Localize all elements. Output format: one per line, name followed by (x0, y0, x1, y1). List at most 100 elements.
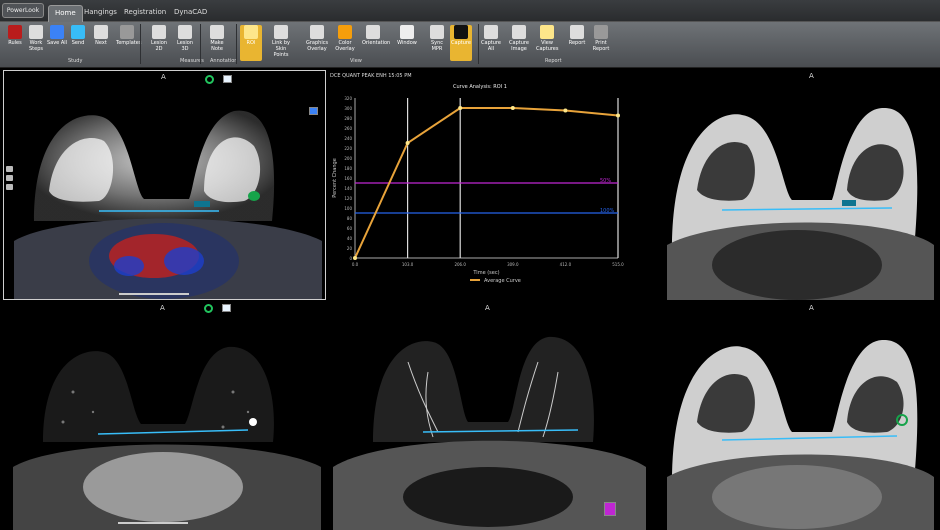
x-tick-label: 515.0 (612, 262, 624, 267)
orientation-icon (366, 25, 380, 39)
capture-image-button[interactable]: Capture Image (508, 25, 530, 52)
image-thumbnail-icon[interactable] (222, 304, 231, 312)
lesion3d-icon (178, 25, 192, 39)
lesion-2d-button[interactable]: Lesion 2D (148, 25, 170, 52)
link-cursor-icon[interactable] (204, 304, 213, 313)
y-tick-label: 160 (344, 176, 352, 181)
save-icon (50, 25, 64, 39)
color-overlay-button[interactable]: Color Overlay (334, 25, 356, 52)
sync-mpr-button[interactable]: Sync MPR (426, 25, 448, 52)
viewport-t1-post[interactable]: A (652, 302, 940, 530)
send-button[interactable]: Send (67, 25, 89, 46)
threshold-label: 50% (600, 178, 611, 184)
y-tick-label: 20 (347, 246, 353, 251)
ribbon-separator (478, 24, 479, 64)
link-cursor-icon[interactable] (205, 75, 214, 84)
report-button[interactable]: Report (566, 25, 588, 46)
capture-image-icon (512, 25, 526, 39)
viewport-curve-analysis[interactable]: DCE QUANT PEAK ENH 15:05 PM Curve Analys… (328, 70, 650, 300)
y-tick-label: 320 (344, 96, 352, 101)
zoom-icon[interactable] (6, 175, 13, 181)
ribbon-button-label: Next (95, 40, 107, 46)
tab-hangings[interactable]: Hangings (78, 5, 123, 22)
tab-dynacad[interactable]: DynaCAD (168, 5, 213, 22)
scale-ruler (118, 522, 188, 524)
orientation-label-anterior: A (161, 73, 166, 81)
roi-icon (244, 25, 258, 39)
breast-mri-color-image (14, 110, 322, 299)
mip-marker-icon[interactable] (604, 502, 616, 516)
viewport-tools[interactable] (6, 166, 14, 193)
ribbon-button-label: Capture All (481, 40, 501, 52)
ribbon-button-label: ROI (246, 40, 256, 46)
series-point (616, 113, 620, 118)
ribbon-button-label: Graphics Overlay (306, 40, 329, 52)
save-all-button[interactable]: Save All (46, 25, 68, 46)
ribbon-button-label: Sync MPR (430, 40, 444, 52)
viewport-mip[interactable]: A (328, 302, 650, 530)
next-button[interactable]: Next (90, 25, 112, 46)
ribbon-toolbar: Rules Work Steps Save All Send Next Templates… (0, 22, 940, 68)
note-icon (210, 25, 224, 39)
ribbon-separator (200, 24, 201, 64)
print-report-button[interactable]: Print Report (590, 25, 612, 52)
roi-button[interactable]: ROI (240, 25, 262, 61)
breast-mri-t1-image (667, 107, 934, 300)
pan-icon[interactable] (6, 166, 13, 172)
capture-icon (454, 25, 468, 39)
legend-label: Average Curve (484, 278, 521, 284)
next-icon (94, 25, 108, 39)
link-icon (274, 25, 288, 39)
ribbon-separator (236, 24, 237, 64)
capture-button[interactable]: Capture (450, 25, 472, 61)
link-by-skin-points-button[interactable]: Link by Skin Points (270, 25, 292, 58)
lesion-icon (152, 25, 166, 39)
graphics-icon (310, 25, 324, 39)
view-captures-button[interactable]: View Captures (536, 25, 559, 52)
ribbon-button-label: Lesion 2D (151, 40, 167, 52)
x-tick-label: 206.0 (454, 262, 466, 267)
series-point (563, 108, 568, 113)
series-point (353, 256, 357, 260)
window-icon (400, 25, 414, 39)
ribbon-button-label: Capture (451, 40, 471, 46)
threshold-label: 100% (600, 208, 615, 214)
viewport-t1-right[interactable]: A (652, 70, 940, 300)
window-button[interactable]: Window (396, 25, 418, 46)
y-tick-label: 280 (344, 116, 352, 121)
camera-icon[interactable] (6, 184, 13, 190)
ribbon-button-label: Capture Image (509, 40, 529, 52)
ribbon-separator (140, 24, 141, 64)
orientation-button[interactable]: Orientation (362, 25, 390, 46)
color-map-icon[interactable] (309, 107, 318, 115)
templates-button[interactable]: Templates (116, 25, 141, 46)
orientation-label-anterior: A (809, 304, 814, 312)
app-menu-button[interactable]: PowerLook (2, 3, 44, 18)
image-thumbnail-icon[interactable] (223, 75, 232, 83)
capture-all-button[interactable]: Capture All (480, 25, 502, 52)
viewport-subtraction[interactable]: A (3, 302, 326, 530)
make-note-button[interactable]: Make Note (206, 25, 228, 52)
work-steps-button[interactable]: Work Steps (25, 25, 47, 52)
rules-icon (8, 25, 22, 39)
y-tick-label: 120 (344, 196, 352, 201)
scale-ruler (119, 293, 189, 295)
ribbon-button-label: Save All (46, 40, 68, 46)
ribbon-button-label: Lesion 3D (177, 40, 193, 52)
series-point (458, 106, 463, 110)
ribbon-button-label: Link by Skin Points (272, 40, 290, 58)
viewport-color-overlay[interactable]: A (3, 70, 326, 300)
capture-all-icon (484, 25, 498, 39)
graphics-overlay-button[interactable]: Graphics Overlay (306, 25, 328, 52)
y-tick-label: 0 (349, 256, 352, 261)
tab-registration[interactable]: Registration (118, 5, 172, 22)
y-tick-label: 60 (347, 226, 353, 231)
x-axis-label: Time (sec) (472, 270, 499, 276)
templates-icon (120, 25, 134, 39)
rules-button[interactable]: Rules (4, 25, 26, 46)
y-tick-label: 240 (344, 136, 352, 141)
ribbon-group-label: Study (68, 58, 83, 64)
x-tick-label: 103.0 (402, 262, 414, 267)
lesion-3d-button[interactable]: Lesion 3D (174, 25, 196, 52)
breast-mri-subtraction-image (13, 346, 321, 530)
